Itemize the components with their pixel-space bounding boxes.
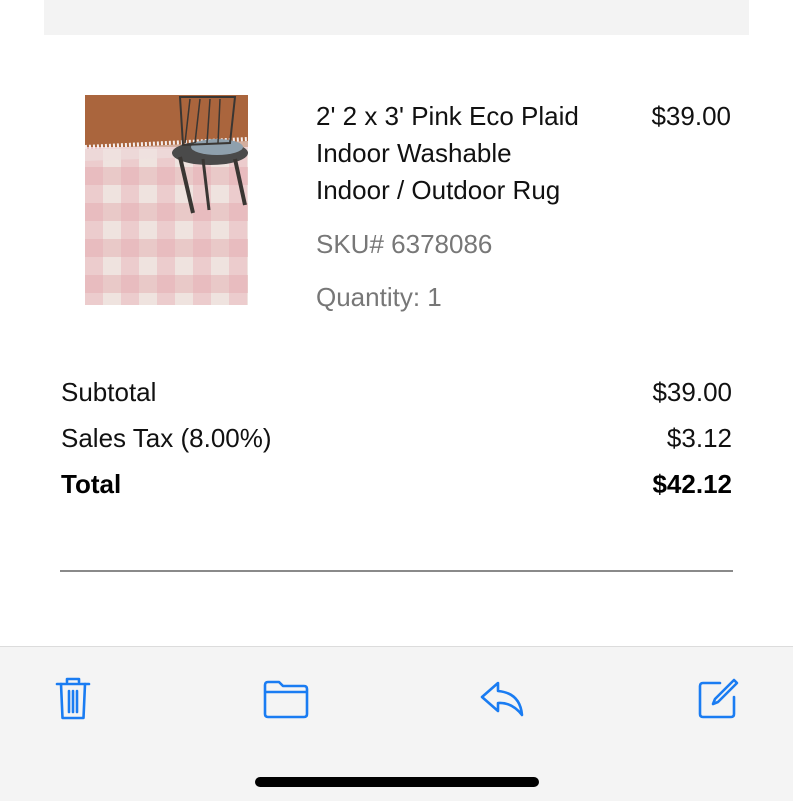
folder-icon (263, 680, 309, 719)
product-name-line: Indoor / Outdoor Rug (316, 175, 561, 205)
tax-value: $3.12 (666, 423, 732, 453)
divider (60, 570, 733, 572)
total-value: $42.12 (652, 469, 732, 499)
subtotal-row: Subtotal $39.00 (61, 375, 732, 409)
top-banner (44, 0, 749, 35)
reply-button[interactable] (478, 675, 526, 723)
tax-row: Sales Tax (8.00%) $3.12 (61, 421, 732, 455)
trash-icon (55, 677, 91, 720)
compose-icon (698, 678, 739, 719)
subtotal-value: $39.00 (652, 377, 732, 407)
product-quantity: Quantity: 1 (316, 282, 442, 312)
reply-icon (480, 681, 524, 717)
product-image[interactable] (85, 95, 248, 305)
total-row: Total $42.12 (61, 467, 732, 501)
total-label: Total (61, 469, 122, 499)
subtotal-label: Subtotal (61, 377, 157, 407)
product-sku: SKU# 6378086 (316, 229, 493, 259)
tax-label: Sales Tax (8.00%) (61, 423, 272, 453)
move-folder-button[interactable] (262, 675, 310, 723)
rug-photo (85, 95, 248, 305)
home-indicator[interactable] (255, 777, 539, 787)
product-name[interactable]: 2' 2 x 3' Pink Eco Plaid Indoor Washable… (316, 98, 626, 209)
product-name-line: 2' 2 x 3' Pink Eco Plaid (316, 101, 579, 131)
product-price: $39.00 (651, 101, 731, 131)
product-name-line: Indoor Washable (316, 138, 512, 168)
mail-toolbar (0, 646, 793, 801)
trash-button[interactable] (49, 675, 97, 723)
compose-button[interactable] (694, 675, 742, 723)
